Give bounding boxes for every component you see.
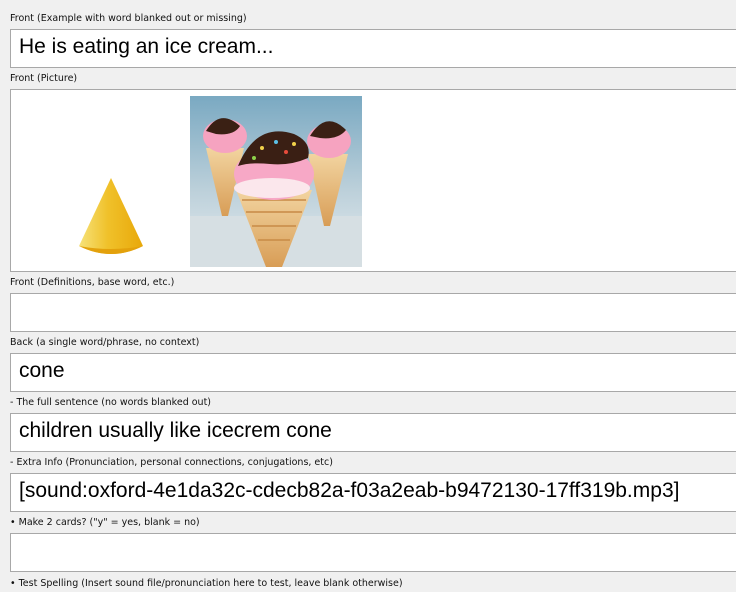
field-label-front-definitions: Front (Definitions, base word, etc.) bbox=[10, 277, 175, 288]
field-label-back: Back (a single word/phrase, no context) bbox=[10, 337, 200, 348]
cone-shape-icon bbox=[79, 178, 143, 254]
full-sentence-field[interactable]: children usually like icecrem cone bbox=[10, 413, 736, 452]
extra-info-field[interactable]: [sound:oxford-4e1da32c-cdecb82a-f03a2eab… bbox=[10, 473, 736, 512]
field-label-test-spelling: • Test Spelling (Insert sound file/pronu… bbox=[10, 578, 403, 589]
field-label-front-picture: Front (Picture) bbox=[10, 73, 78, 84]
front-definitions-field[interactable] bbox=[10, 293, 736, 332]
picture-content bbox=[79, 96, 362, 267]
make-2-cards-field[interactable] bbox=[10, 533, 736, 572]
field-label-front-example: Front (Example with word blanked out or … bbox=[10, 13, 247, 24]
ice-cream-photo bbox=[190, 96, 362, 267]
field-label-full-sentence: - The full sentence (no words blanked ou… bbox=[10, 397, 212, 408]
front-example-field[interactable]: He is eating an ice cream... bbox=[10, 29, 736, 68]
field-label-make-2-cards: • Make 2 cards? ("y" = yes, blank = no) bbox=[10, 517, 200, 528]
back-field[interactable]: cone bbox=[10, 353, 736, 392]
front-picture-field[interactable] bbox=[10, 89, 736, 272]
field-label-extra-info: - Extra Info (Pronunciation, personal co… bbox=[10, 457, 333, 468]
